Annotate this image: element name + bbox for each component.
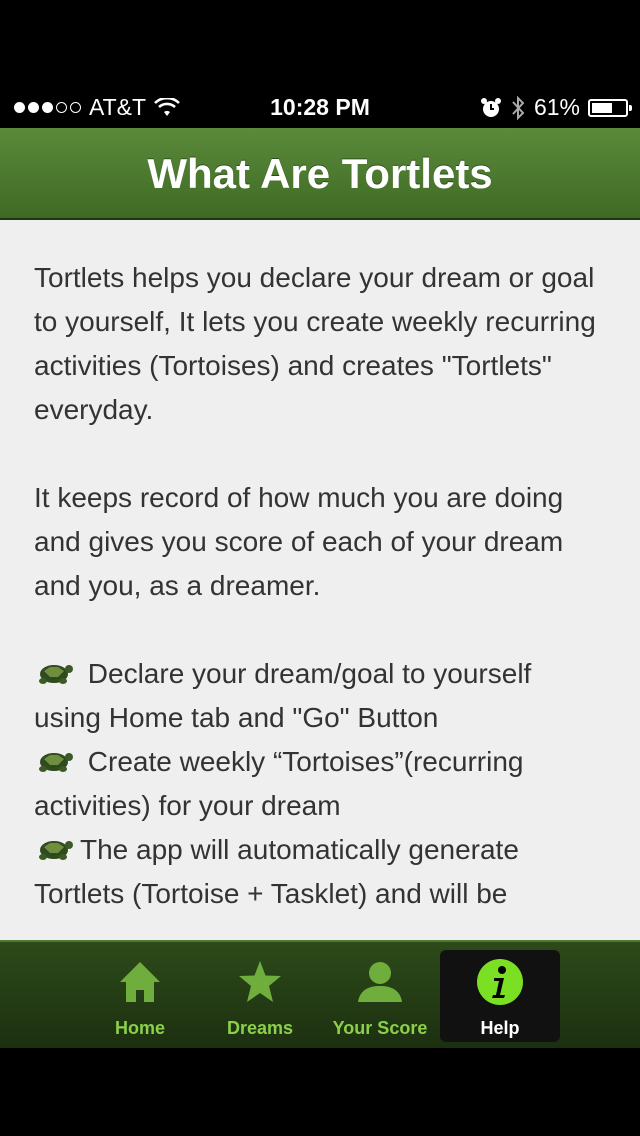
tab-your-score[interactable]: Your Score bbox=[320, 950, 440, 1042]
bullet-text: Create weekly “Tortoises”(recurring acti… bbox=[34, 746, 524, 821]
alarm-icon bbox=[480, 97, 501, 117]
tab-label: Your Score bbox=[332, 1018, 428, 1038]
tab-label: Help bbox=[480, 1018, 520, 1038]
list-item: The app will automatically generate Tort… bbox=[34, 828, 606, 916]
navigation-bar: What Are Tortlets bbox=[0, 128, 640, 220]
tab-dreams[interactable]: Dreams bbox=[200, 950, 320, 1042]
status-right: 61% bbox=[480, 94, 632, 121]
tab-help[interactable]: Help bbox=[440, 950, 560, 1042]
list-item: Declare your dream/goal to yourself usin… bbox=[34, 652, 606, 740]
star-icon bbox=[239, 961, 281, 1002]
help-content[interactable]: Tortlets helps you declare your dream or… bbox=[0, 220, 640, 940]
battery-icon bbox=[588, 98, 632, 117]
bullet-text: Declare your dream/goal to yourself usin… bbox=[34, 658, 532, 733]
tab-label: Dreams bbox=[226, 1018, 294, 1038]
status-bar: AT&T 10:28 PM 61% bbox=[0, 88, 640, 128]
turtle-icon bbox=[39, 665, 73, 684]
turtle-icon bbox=[39, 753, 73, 772]
battery-percent: 61% bbox=[533, 94, 580, 120]
bluetooth-icon bbox=[512, 95, 525, 120]
home-icon bbox=[120, 962, 160, 1002]
tab-bar: Home Dreams Your Score Help bbox=[0, 940, 640, 1048]
info-icon bbox=[477, 959, 523, 1005]
score-paragraph: It keeps record of how much you are doin… bbox=[34, 482, 564, 601]
bullet-text: The app will automatically generate Tort… bbox=[34, 834, 519, 909]
person-icon bbox=[358, 962, 402, 1002]
list-item: Create weekly “Tortoises”(recurring acti… bbox=[34, 740, 606, 828]
page-title: What Are Tortlets bbox=[147, 150, 493, 197]
turtle-icon bbox=[39, 841, 73, 860]
tab-label: Home bbox=[114, 1018, 165, 1038]
tab-home[interactable]: Home bbox=[80, 950, 200, 1042]
intro-paragraph: Tortlets helps you declare your dream or… bbox=[34, 262, 596, 425]
